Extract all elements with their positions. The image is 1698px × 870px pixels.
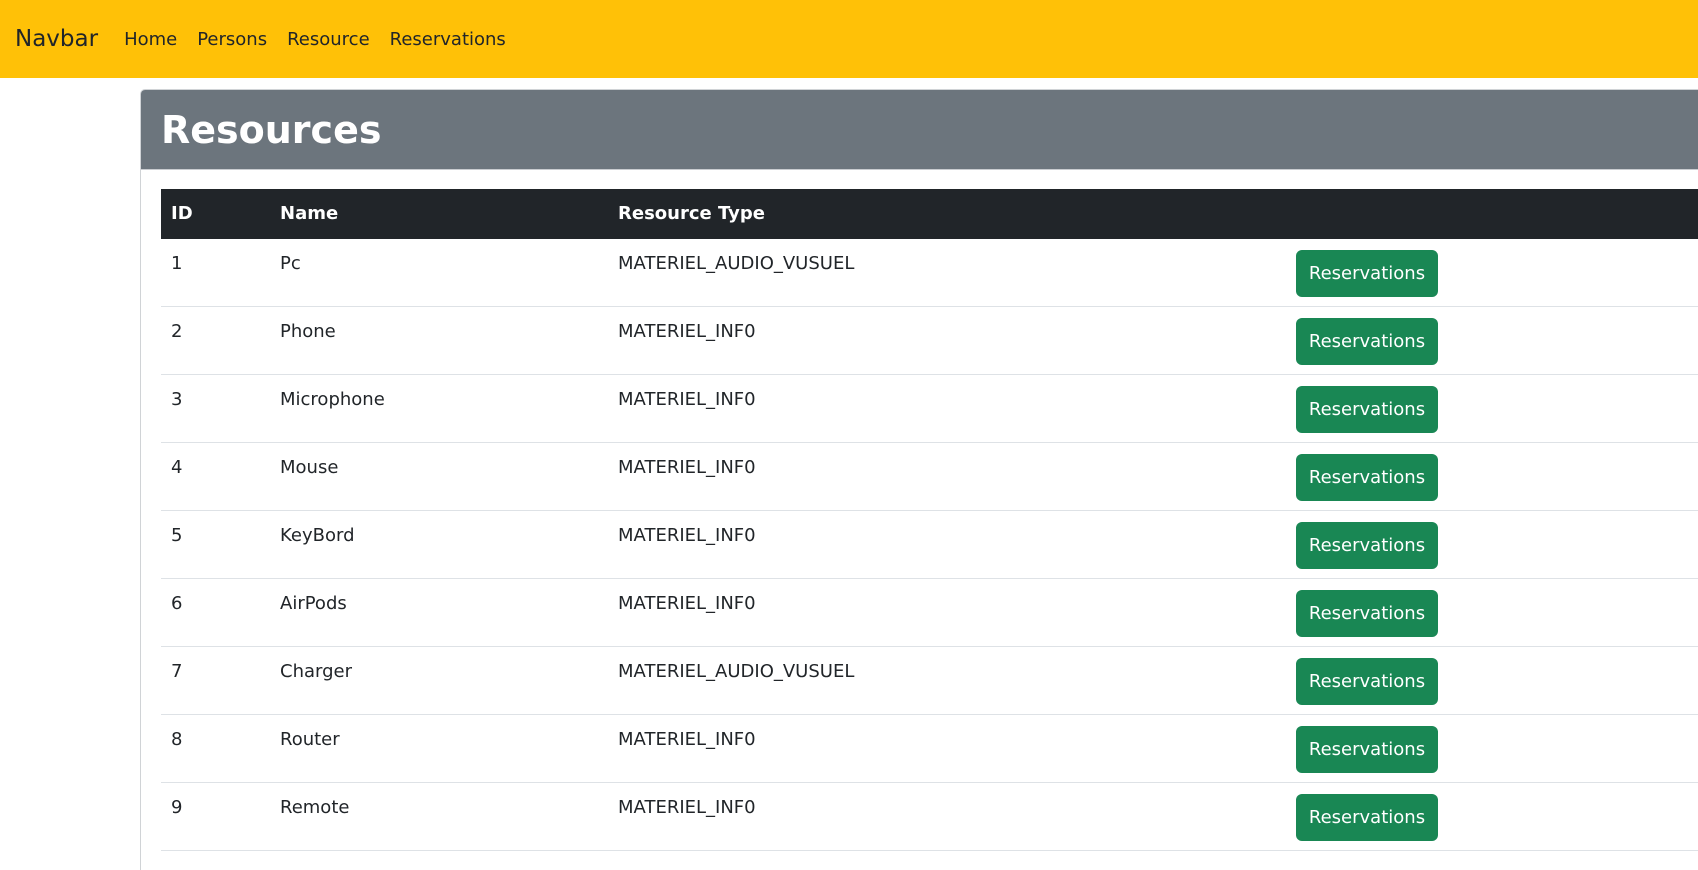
cell-name: AirPods [280, 593, 347, 614]
cell-name: Pc [280, 253, 301, 274]
navbar-brand[interactable]: Navbar [15, 26, 98, 52]
table-row: 1 Pc MATERIEL_AUDIO_VUSUEL Reservations [161, 239, 1698, 307]
table-row: 8 Router MATERIEL_INF0 Reservations [161, 715, 1698, 783]
cell-name: Charger [280, 661, 352, 682]
cell-id: 7 [171, 661, 183, 682]
resources-table: ID Name Resource Type 1 Pc MATERIEL_AUDI… [161, 189, 1698, 851]
table-header: ID Name Resource Type [161, 189, 1698, 239]
table-row: 7 Charger MATERIEL_AUDIO_VUSUEL Reservat… [161, 647, 1698, 715]
resources-card: Resources ID Name Resource Type 1 Pc MAT… [140, 89, 1698, 870]
navbar: Navbar Home Persons Resource Reservation… [0, 0, 1698, 78]
cell-resource-type: MATERIEL_AUDIO_VUSUEL [618, 253, 855, 274]
reservations-button[interactable]: Reservations [1296, 250, 1438, 297]
cell-resource-type: MATERIEL_INF0 [618, 321, 756, 342]
cell-resource-type: MATERIEL_INF0 [618, 525, 756, 546]
cell-id: 4 [171, 457, 183, 478]
cell-id: 6 [171, 593, 183, 614]
cell-id: 3 [171, 389, 183, 410]
cell-resource-type: MATERIEL_INF0 [618, 797, 756, 818]
table-row: 2 Phone MATERIEL_INF0 Reservations [161, 307, 1698, 375]
cell-name: Mouse [280, 457, 339, 478]
cell-resource-type: MATERIEL_INF0 [618, 457, 756, 478]
cell-name: Microphone [280, 389, 385, 410]
reservations-button[interactable]: Reservations [1296, 454, 1438, 501]
header-id: ID [171, 203, 193, 224]
table-row: 6 AirPods MATERIEL_INF0 Reservations [161, 579, 1698, 647]
reservations-button[interactable]: Reservations [1296, 658, 1438, 705]
nav-link-resource[interactable]: Resource [277, 29, 380, 50]
table-row: 3 Microphone MATERIEL_INF0 Reservations [161, 375, 1698, 443]
table-row: 9 Remote MATERIEL_INF0 Reservations [161, 783, 1698, 851]
cell-id: 5 [171, 525, 183, 546]
page-title: Resources [161, 107, 382, 152]
nav-links: Home Persons Resource Reservations [114, 29, 516, 50]
cell-resource-type: MATERIEL_INF0 [618, 729, 756, 750]
table-row: 5 KeyBord MATERIEL_INF0 Reservations [161, 511, 1698, 579]
reservations-button[interactable]: Reservations [1296, 318, 1438, 365]
nav-link-home[interactable]: Home [114, 29, 187, 50]
reservations-button[interactable]: Reservations [1296, 590, 1438, 637]
card-header: Resources [141, 90, 1698, 170]
cell-name: Remote [280, 797, 350, 818]
cell-resource-type: MATERIEL_INF0 [618, 389, 756, 410]
cell-id: 2 [171, 321, 183, 342]
cell-id: 9 [171, 797, 183, 818]
cell-id: 1 [171, 253, 183, 274]
cell-resource-type: MATERIEL_AUDIO_VUSUEL [618, 661, 855, 682]
cell-resource-type: MATERIEL_INF0 [618, 593, 756, 614]
header-resource-type: Resource Type [618, 203, 765, 224]
cell-name: Router [280, 729, 340, 750]
header-name: Name [280, 203, 339, 224]
cell-id: 8 [171, 729, 183, 750]
table-row: 4 Mouse MATERIEL_INF0 Reservations [161, 443, 1698, 511]
cell-name: Phone [280, 321, 336, 342]
reservations-button[interactable]: Reservations [1296, 522, 1438, 569]
reservations-button[interactable]: Reservations [1296, 794, 1438, 841]
reservations-button[interactable]: Reservations [1296, 386, 1438, 433]
reservations-button[interactable]: Reservations [1296, 726, 1438, 773]
cell-name: KeyBord [280, 525, 355, 546]
nav-link-reservations[interactable]: Reservations [380, 29, 516, 50]
nav-link-persons[interactable]: Persons [187, 29, 277, 50]
